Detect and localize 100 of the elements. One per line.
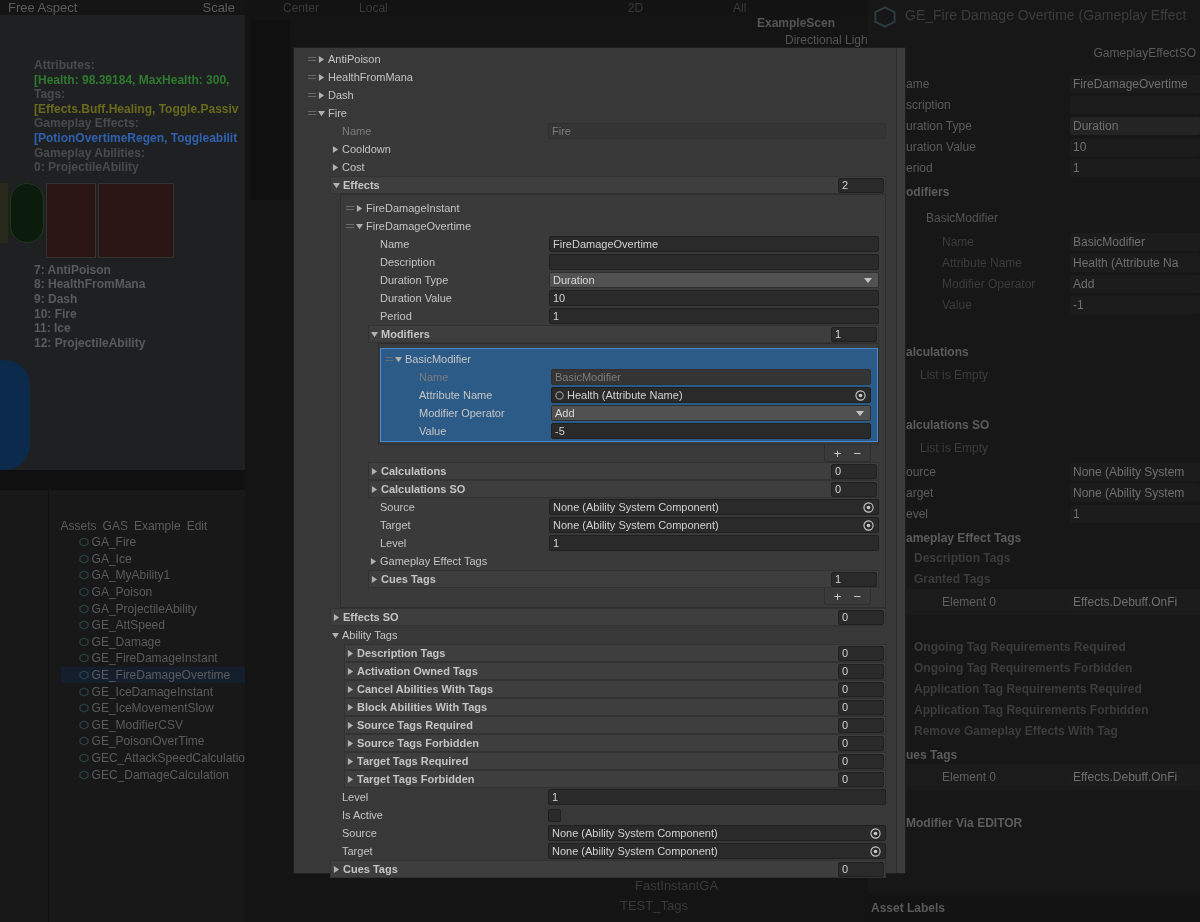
element-label[interactable]: BasicModifier bbox=[405, 350, 472, 368]
list-header[interactable]: Calculations SO 0 bbox=[368, 480, 879, 498]
object-field[interactable]: None (Ability System Component) bbox=[549, 499, 879, 515]
collapsed-arrow-icon[interactable] bbox=[347, 757, 354, 765]
list-count-field[interactable]: 1 bbox=[831, 326, 877, 342]
element-label[interactable]: AntiPoison bbox=[328, 50, 381, 68]
inspector-field[interactable]: None (Ability System bbox=[1070, 462, 1200, 481]
drag-handle-icon[interactable] bbox=[346, 206, 354, 210]
collapsed-arrow-icon[interactable] bbox=[371, 467, 378, 475]
object-picker-icon[interactable] bbox=[870, 845, 881, 857]
expanded-arrow-icon[interactable] bbox=[318, 109, 325, 117]
list-header[interactable]: Target Tags Forbidden 0 bbox=[344, 770, 886, 788]
collapsed-arrow-icon[interactable] bbox=[347, 739, 354, 747]
scrollbar[interactable] bbox=[896, 48, 905, 873]
list-count-field[interactable]: 0 bbox=[838, 645, 884, 661]
expanded-arrow-icon[interactable] bbox=[333, 181, 340, 189]
inspector-field[interactable]: Health (Attribute Na bbox=[1070, 253, 1200, 272]
object-picker-icon[interactable] bbox=[855, 389, 866, 401]
text-field[interactable]: 1 bbox=[548, 789, 886, 805]
list-header[interactable]: Activation Owned Tags 0 bbox=[344, 662, 886, 680]
collapsed-arrow-icon[interactable] bbox=[333, 865, 340, 873]
collapsed-arrow-icon[interactable] bbox=[318, 55, 325, 63]
list-count-field[interactable]: 0 bbox=[838, 753, 884, 769]
text-field[interactable]: 1 bbox=[549, 308, 879, 324]
object-field[interactable]: None (Ability System Component) bbox=[548, 843, 886, 859]
list-header[interactable]: Effects 2 bbox=[330, 176, 886, 194]
list-header[interactable]: Source Tags Forbidden 0 bbox=[344, 734, 886, 752]
element-label[interactable]: Dash bbox=[328, 86, 354, 104]
element-label[interactable]: HealthFromMana bbox=[328, 68, 413, 86]
foldout-label[interactable]: Cooldown bbox=[342, 140, 391, 158]
list-header[interactable]: Cancel Abilities With Tags 0 bbox=[344, 680, 886, 698]
dropdown-field[interactable]: Add bbox=[551, 405, 871, 421]
object-picker-icon[interactable] bbox=[863, 501, 874, 513]
object-field[interactable]: None (Ability System Component) bbox=[549, 517, 879, 533]
drag-handle-icon[interactable] bbox=[308, 93, 316, 97]
collapsed-arrow-icon[interactable] bbox=[347, 667, 354, 675]
collapsed-arrow-icon[interactable] bbox=[347, 721, 354, 729]
collapsed-arrow-icon[interactable] bbox=[332, 145, 339, 153]
list-count-field[interactable]: 0 bbox=[838, 717, 884, 733]
foldout-label[interactable]: Gameplay Effect Tags bbox=[380, 552, 488, 570]
list-count-field[interactable]: 0 bbox=[838, 771, 884, 787]
collapsed-arrow-icon[interactable] bbox=[347, 685, 354, 693]
remove-element-button[interactable]: − bbox=[850, 589, 864, 603]
array-element[interactable]: FireDamageInstant bbox=[342, 199, 885, 217]
list-count-field[interactable]: 0 bbox=[838, 735, 884, 751]
list-count-field[interactable]: 0 bbox=[838, 861, 884, 877]
object-field[interactable]: None (Ability System Component) bbox=[548, 825, 886, 841]
expanded-arrow-icon[interactable] bbox=[332, 631, 339, 639]
array-element[interactable]: AntiPoison bbox=[304, 50, 892, 68]
text-field[interactable]: 10 bbox=[549, 290, 879, 306]
object-picker-icon[interactable] bbox=[863, 519, 874, 531]
expanded-arrow-icon[interactable] bbox=[395, 355, 402, 363]
text-field[interactable] bbox=[549, 254, 879, 270]
list-header[interactable]: Description Tags 0 bbox=[344, 644, 886, 662]
collapsed-arrow-icon[interactable] bbox=[318, 91, 325, 99]
list-header[interactable]: Calculations 0 bbox=[368, 462, 879, 480]
collapsed-arrow-icon[interactable] bbox=[347, 703, 354, 711]
collapsed-arrow-icon[interactable] bbox=[347, 649, 354, 657]
list-count-field[interactable]: 1 bbox=[831, 571, 877, 587]
collapsed-arrow-icon[interactable] bbox=[318, 73, 325, 81]
list-count-field[interactable]: 2 bbox=[838, 177, 884, 193]
list-count-field[interactable]: 0 bbox=[838, 699, 884, 715]
expanded-arrow-icon[interactable] bbox=[371, 330, 378, 338]
inspector-field[interactable]: BasicModifier bbox=[1070, 232, 1200, 251]
list-count-field[interactable]: 0 bbox=[831, 481, 877, 497]
add-element-button[interactable]: + bbox=[830, 589, 845, 603]
add-element-button[interactable]: + bbox=[830, 446, 845, 460]
list-header[interactable]: Cues Tags 0 bbox=[330, 860, 886, 878]
drag-handle-icon[interactable] bbox=[385, 357, 393, 361]
list-header[interactable]: Block Abilities With Tags 0 bbox=[344, 698, 886, 716]
expanded-arrow-icon[interactable] bbox=[356, 222, 363, 230]
collapsed-arrow-icon[interactable] bbox=[332, 163, 339, 171]
drag-handle-icon[interactable] bbox=[308, 57, 316, 61]
list-count-field[interactable]: 0 bbox=[838, 663, 884, 679]
inspector-field[interactable]: FireDamageOvertime bbox=[1070, 74, 1200, 93]
foldout-label[interactable]: Cost bbox=[342, 158, 365, 176]
collapsed-arrow-icon[interactable] bbox=[347, 775, 354, 783]
foldout-label[interactable]: Ability Tags bbox=[342, 626, 398, 644]
element-label[interactable]: FireDamageOvertime bbox=[366, 217, 472, 235]
drag-handle-icon[interactable] bbox=[346, 224, 354, 228]
inspector-field[interactable]: Add bbox=[1070, 274, 1200, 293]
text-field[interactable]: 1 bbox=[549, 535, 879, 551]
drag-handle-icon[interactable] bbox=[308, 75, 316, 79]
drag-handle-icon[interactable] bbox=[308, 111, 316, 115]
text-field[interactable]: FireDamageOvertime bbox=[549, 236, 879, 252]
dropdown-field[interactable]: Duration bbox=[549, 272, 879, 288]
list-count-field[interactable]: 0 bbox=[838, 681, 884, 697]
list-count-field[interactable]: 0 bbox=[831, 463, 877, 479]
element-label[interactable]: Fire bbox=[328, 104, 347, 122]
array-element[interactable]: Dash bbox=[304, 86, 892, 104]
list-count-field[interactable]: 0 bbox=[838, 609, 884, 625]
collapsed-arrow-icon[interactable] bbox=[356, 204, 363, 212]
remove-element-button[interactable]: − bbox=[850, 446, 864, 460]
element-label[interactable]: FireDamageInstant bbox=[366, 199, 460, 217]
list-header[interactable]: Effects SO 0 bbox=[330, 608, 886, 626]
list-header[interactable]: Modifiers 1 bbox=[368, 325, 879, 343]
checkbox[interactable] bbox=[548, 808, 561, 822]
array-element[interactable]: HealthFromMana bbox=[304, 68, 892, 86]
list-header[interactable]: Source Tags Required 0 bbox=[344, 716, 886, 734]
object-field[interactable]: Health (Attribute Name) bbox=[551, 387, 871, 403]
